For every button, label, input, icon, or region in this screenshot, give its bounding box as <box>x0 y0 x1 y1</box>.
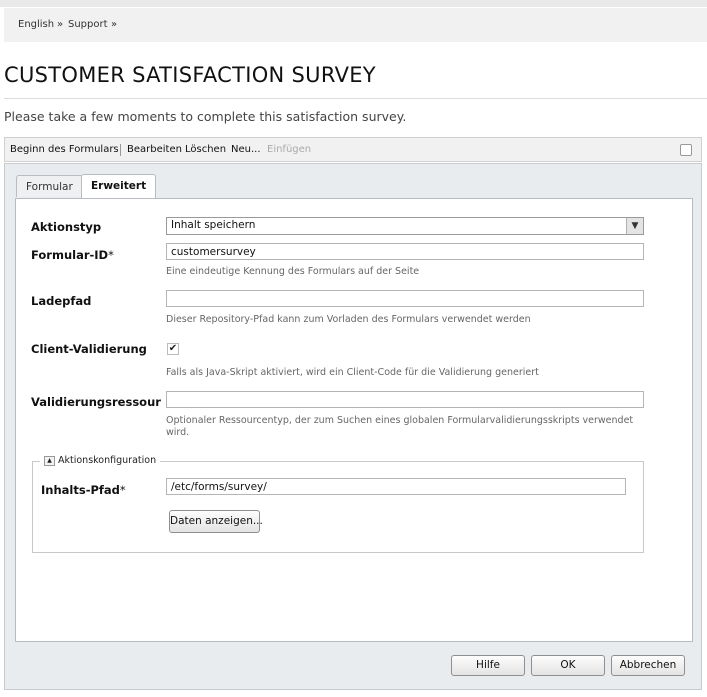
breadcrumb-separator: » <box>57 19 64 30</box>
validation-resource-input[interactable] <box>166 391 644 408</box>
delete-button[interactable]: Löschen <box>185 144 226 155</box>
form-start-button[interactable]: Beginn des Formulars <box>10 144 119 155</box>
breadcrumb-support[interactable]: Support <box>68 19 108 30</box>
view-data-button[interactable]: Daten anzeigen... <box>169 510 263 533</box>
ok-button[interactable]: OK <box>531 655 605 676</box>
chevron-down-icon[interactable]: ▼ <box>626 218 643 234</box>
client-validation-help: Falls als Java-Skript aktiviert, wird ei… <box>166 367 539 378</box>
validation-resource-help: Optionaler Ressourcentyp, der zum Suchen… <box>166 415 634 438</box>
breadcrumb: English » Support » <box>4 8 707 42</box>
content-path-input[interactable] <box>166 478 626 495</box>
edit-button[interactable]: Bearbeiten <box>127 144 182 155</box>
new-button[interactable]: Neu... <box>231 144 261 155</box>
page-lead: Please take a few moments to complete th… <box>4 109 407 124</box>
top-strip <box>0 0 707 7</box>
action-config-fieldset <box>32 461 644 553</box>
form-edit-bar: Beginn des Formulars Bearbeiten Löschen … <box>4 137 702 162</box>
action-type-select[interactable]: Inhalt speichern ▼ <box>166 217 644 235</box>
form-id-label: Formular-ID* <box>31 248 114 262</box>
tab-erweitert[interactable]: Erweitert <box>81 174 157 198</box>
form-id-help: Eine eindeutige Kennung des Formulars au… <box>166 266 420 277</box>
help-button[interactable]: Hilfe <box>451 655 525 676</box>
advanced-panel: Aktionstyp Inhalt speichern ▼ Formular-I… <box>15 198 693 642</box>
edit-bar-separator <box>120 144 121 156</box>
breadcrumb-english[interactable]: English <box>18 19 54 30</box>
client-validation-label: Client-Validierung <box>31 342 147 356</box>
client-validation-checkbox[interactable]: ✔ <box>167 343 179 355</box>
tab-formular[interactable]: Formular <box>16 175 83 197</box>
title-divider <box>4 98 707 99</box>
form-id-input[interactable] <box>166 243 644 260</box>
action-type-label: Aktionstyp <box>31 220 102 234</box>
load-path-help: Dieser Repository-Pfad kann zum Vorladen… <box>166 314 531 325</box>
action-type-value: Inhalt speichern <box>171 219 256 231</box>
form-dialog: Formular Erweitert Aktionstyp Inhalt spe… <box>4 163 702 690</box>
breadcrumb-separator: » <box>111 19 118 30</box>
cancel-button[interactable]: Abbrechen <box>611 655 685 676</box>
collapse-toggle-icon[interactable]: ▲ <box>44 455 55 466</box>
validation-resource-label: Validierungsressource <box>31 395 161 409</box>
load-path-input[interactable] <box>166 290 644 307</box>
page-title: CUSTOMER SATISFACTION SURVEY <box>4 63 376 87</box>
load-path-label: Ladepfad <box>31 294 92 308</box>
content-path-label: Inhalts-Pfad* <box>41 483 126 497</box>
insert-button[interactable]: Einfügen <box>267 144 311 155</box>
action-config-legend: ▲ Aktionskonfiguration <box>40 455 161 466</box>
edit-bar-checkbox[interactable] <box>680 144 692 156</box>
